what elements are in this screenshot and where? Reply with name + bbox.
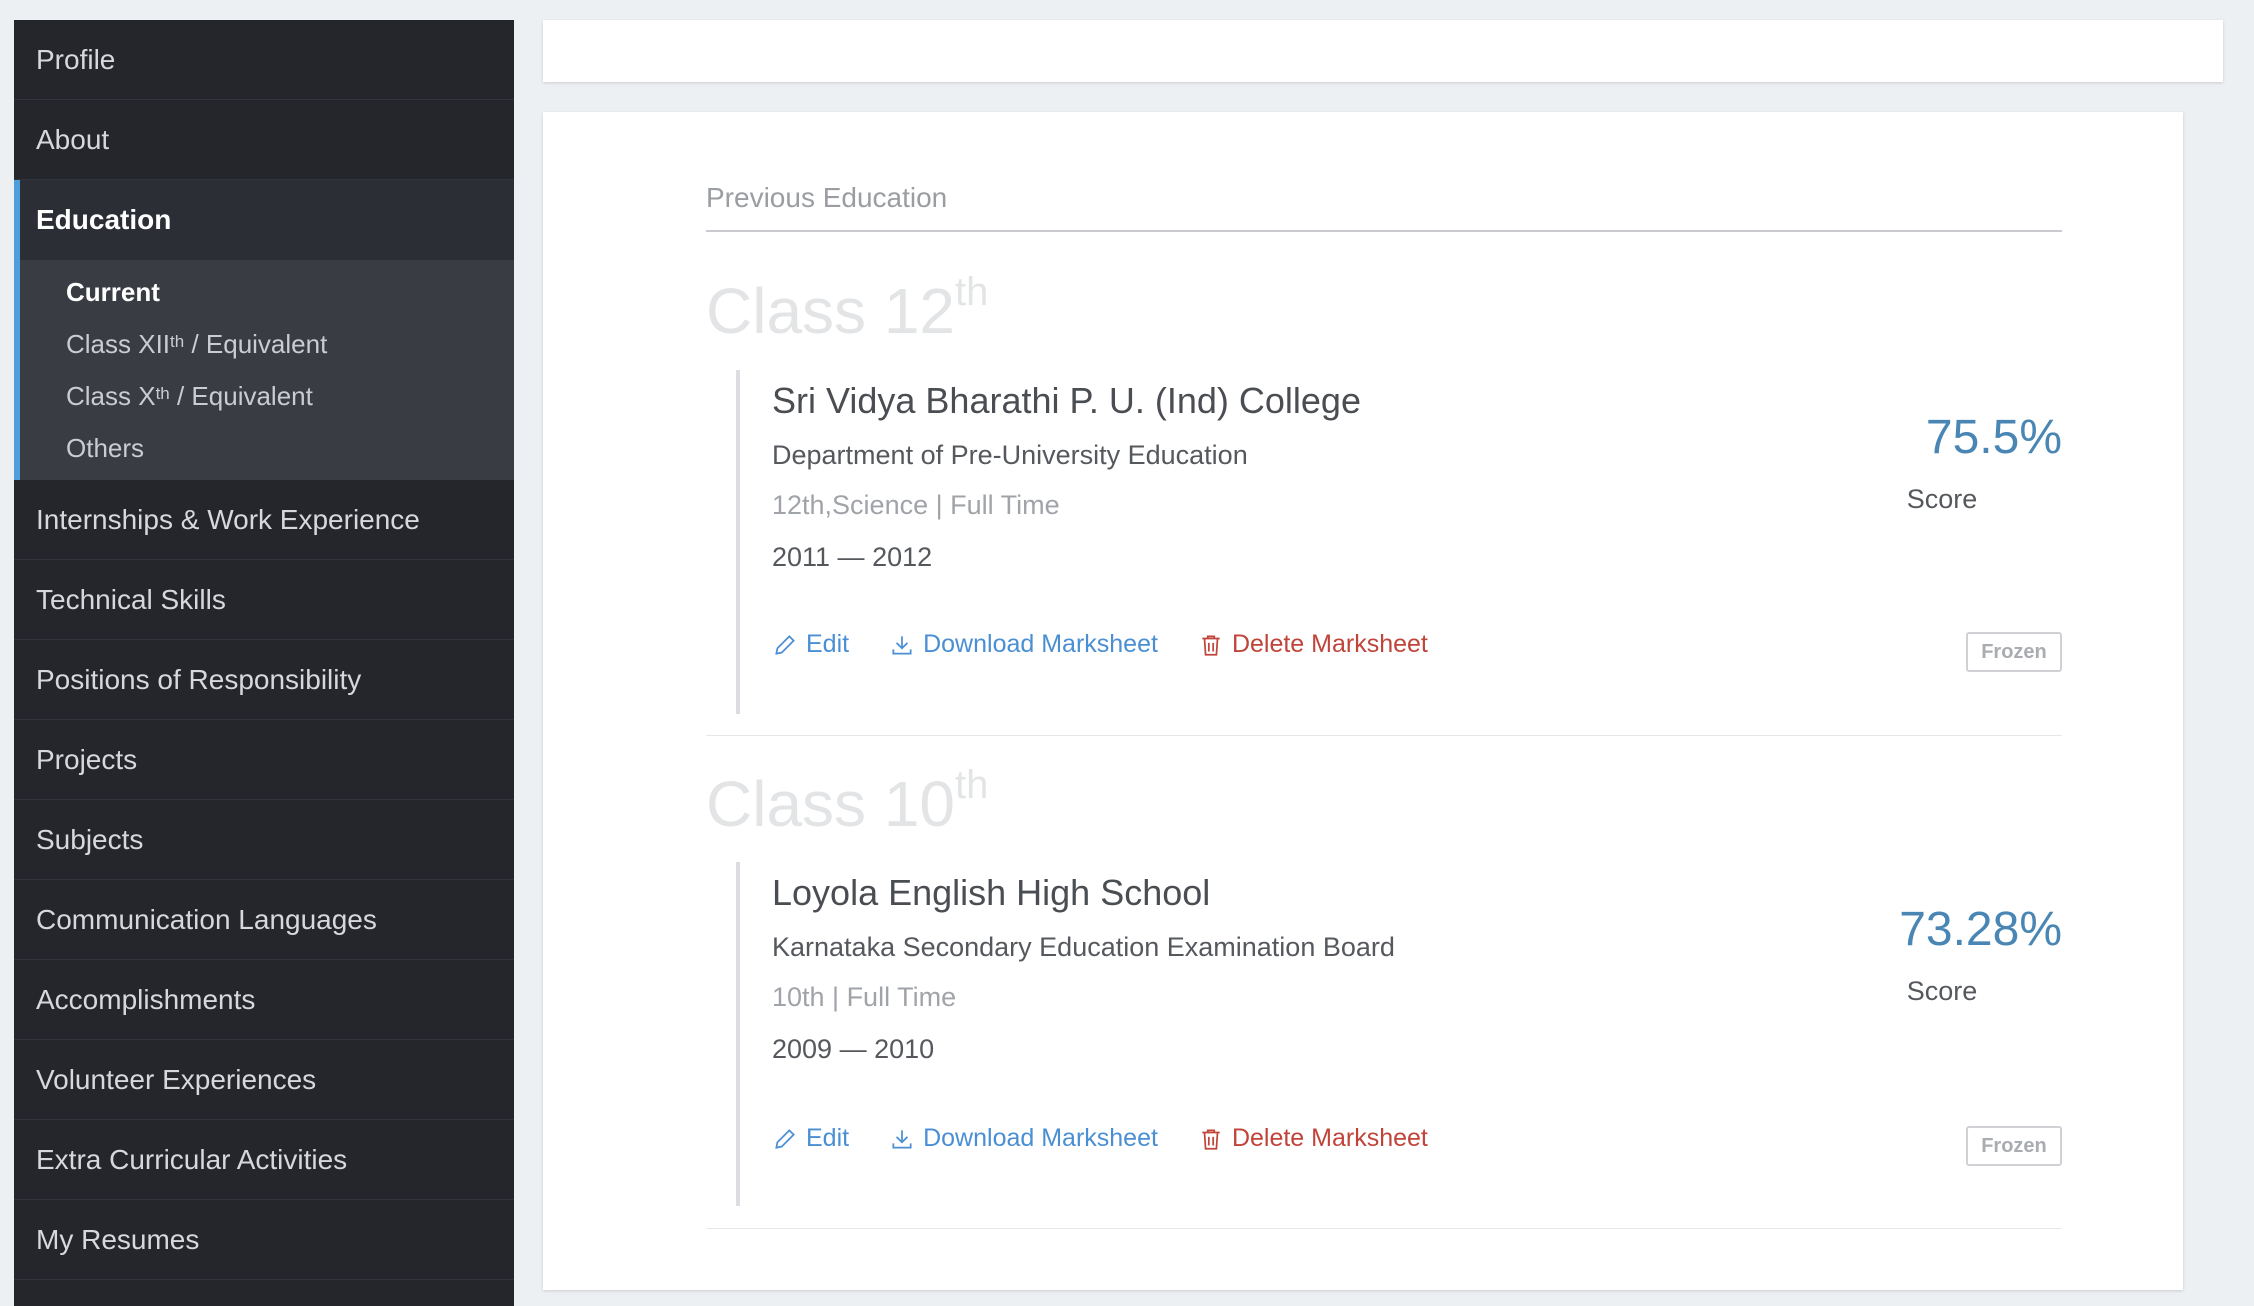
institution-name: Loyola English High School <box>772 872 1211 913</box>
subnav-label-suffix: / Equivalent <box>169 380 313 411</box>
download-icon <box>892 635 912 655</box>
download-label: Download Marksheet <box>923 1124 1158 1152</box>
delete-label: Delete Marksheet <box>1231 630 1428 658</box>
education-entry-class-10: Loyola English High School Karnataka Sec… <box>736 862 2062 1206</box>
score-value: 75.5% <box>1925 411 2062 464</box>
sidebar-item-profile[interactable]: Profile <box>14 20 514 100</box>
sidebar-item-languages[interactable]: Communication Languages <box>14 880 514 960</box>
sidebar-item-education[interactable]: Education <box>14 180 514 260</box>
sidebar-item-positions[interactable]: Positions of Responsibility <box>14 640 514 720</box>
sidebar-item-accomplishments[interactable]: Accomplishments <box>14 960 514 1040</box>
education-card: Previous Education Class 12th Sri Vidya … <box>543 112 2183 1290</box>
year-range: 2011 — 2012 <box>772 542 933 572</box>
delete-marksheet-button[interactable]: Delete Marksheet <box>1198 1124 1428 1153</box>
frozen-badge: Frozen <box>1966 1126 2062 1166</box>
education-subnav: Current Class XII th / Equivalent Class X… <box>14 260 514 480</box>
class-10-heading: Class 10th <box>706 763 988 841</box>
sidebar-item-volunteer[interactable]: Volunteer Experiences <box>14 1040 514 1120</box>
board-name: Karnataka Secondary Education Examinatio… <box>772 932 1395 962</box>
trash-icon <box>1202 634 1220 656</box>
class-heading-sup: th <box>955 269 989 314</box>
trash-icon <box>1202 1128 1220 1150</box>
download-marksheet-button[interactable]: Download Marksheet <box>889 1124 1158 1153</box>
score-label: Score <box>1906 976 1978 1006</box>
score-value: 73.28% <box>1899 903 2062 956</box>
section-title: Previous Education <box>706 182 948 213</box>
edit-button[interactable]: Edit <box>772 1124 849 1153</box>
class-12-heading: Class 12th <box>706 270 988 348</box>
delete-label: Delete Marksheet <box>1231 1124 1428 1152</box>
sidebar-item-internships[interactable]: Internships & Work Experience <box>14 480 514 560</box>
pencil-icon <box>775 634 795 655</box>
education-entry-class-12: Sri Vidya Bharathi P. U. (Ind) College D… <box>736 370 2062 714</box>
subnav-item-current[interactable]: Current <box>20 266 514 318</box>
class-heading-text: Class 12 <box>706 275 955 347</box>
entry-divider <box>706 1228 2062 1229</box>
delete-marksheet-button[interactable]: Delete Marksheet <box>1198 630 1428 659</box>
download-marksheet-button[interactable]: Download Marksheet <box>889 630 1158 659</box>
entry-divider <box>706 735 2062 736</box>
program-meta: 10th | Full Time <box>772 982 957 1012</box>
subnav-label-sup: th <box>155 384 170 403</box>
sidebar-item-extra-curricular[interactable]: Extra Curricular Activities <box>14 1120 514 1200</box>
section-divider <box>706 230 2062 232</box>
subnav-label-prefix: Class XII <box>66 328 171 359</box>
subnav-label-suffix: / Equivalent <box>184 328 328 359</box>
frozen-badge: Frozen <box>1966 632 2062 672</box>
class-heading-sup: th <box>955 762 989 807</box>
edit-button[interactable]: Edit <box>772 630 849 659</box>
edit-label: Edit <box>806 1124 850 1152</box>
institution-name: Sri Vidya Bharathi P. U. (Ind) College <box>772 380 1361 421</box>
class-heading-text: Class 10 <box>706 768 955 840</box>
sidebar-item-my-resumes[interactable]: My Resumes <box>14 1200 514 1280</box>
sidebar-item-projects[interactable]: Projects <box>14 720 514 800</box>
download-icon <box>892 1129 912 1149</box>
download-label: Download Marksheet <box>923 630 1158 658</box>
sidebar-nav: Profile About Education Current Class XI… <box>14 20 514 1306</box>
subnav-item-class-10[interactable]: Class Xth / Equivalent <box>20 370 514 422</box>
subnav-item-class-12[interactable]: Class XII th / Equivalent <box>20 318 514 370</box>
pencil-icon <box>775 1128 795 1149</box>
program-meta: 12th,Science | Full Time <box>772 490 1060 520</box>
year-range: 2009 — 2010 <box>772 1034 935 1064</box>
sidebar-item-technical-skills[interactable]: Technical Skills <box>14 560 514 640</box>
edit-label: Edit <box>806 630 850 658</box>
subnav-label-prefix: Class X <box>66 380 156 411</box>
score-label: Score <box>1906 484 1978 514</box>
sidebar-item-subjects[interactable]: Subjects <box>14 800 514 880</box>
sidebar-item-my-documents[interactable]: My Documents <box>14 1280 514 1306</box>
board-name: Department of Pre-University Education <box>772 440 1248 470</box>
top-bar-card <box>543 20 2223 82</box>
entry-actions: Edit Download Marksheet Delete Marksheet <box>772 1124 1428 1153</box>
sidebar-item-about[interactable]: About <box>14 100 514 180</box>
subnav-label-sup: th <box>170 332 185 351</box>
subnav-item-others[interactable]: Others <box>20 422 514 474</box>
entry-actions: Edit Download Marksheet Delete Marksheet <box>772 630 1428 659</box>
